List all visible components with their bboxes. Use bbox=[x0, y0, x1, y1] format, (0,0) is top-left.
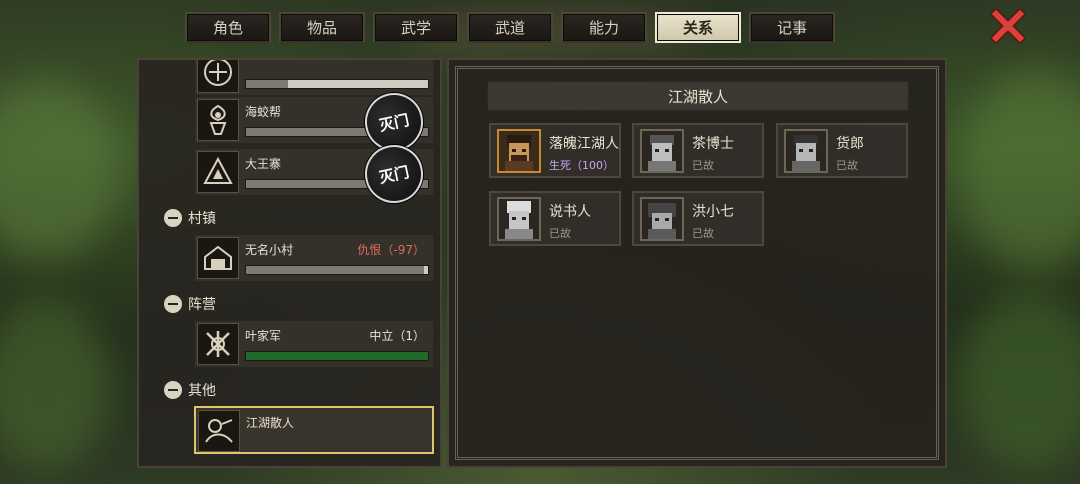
relation-status: 仇恨（-97） bbox=[357, 243, 425, 257]
tab-bar: 角色 物品 武学 武道 能力 关系 记事 bbox=[185, 12, 835, 43]
category-village[interactable]: 村镇 bbox=[164, 208, 216, 228]
destroyed-seal-icon: 灭门 bbox=[359, 139, 429, 209]
category-faction[interactable]: 阵营 bbox=[164, 294, 216, 314]
portrait-avatar bbox=[640, 129, 684, 173]
faction-name: 海蛟帮 bbox=[245, 105, 282, 119]
person-name: 落魄江湖人 bbox=[549, 136, 619, 152]
relation-bar-fill bbox=[246, 80, 288, 88]
category-label: 其他 bbox=[188, 383, 216, 399]
category-other[interactable]: 其他 bbox=[164, 380, 216, 400]
relation-bar bbox=[245, 265, 429, 275]
list-item[interactable]: 叶家军 中立（1） bbox=[194, 320, 434, 368]
tab-abilities[interactable]: 能力 bbox=[561, 12, 647, 43]
person-card[interactable]: 洪小七 已故 bbox=[632, 191, 764, 246]
members-panel: 江湖散人 落魄江湖人 生死（100） 茶博士 已故 货郎 已故 说书人 已故 洪… bbox=[447, 58, 947, 468]
category-label: 村镇 bbox=[188, 211, 216, 227]
relation-bar-fill bbox=[246, 352, 428, 360]
collapse-icon[interactable] bbox=[164, 295, 182, 313]
person-card[interactable]: 茶博士 已故 bbox=[632, 123, 764, 178]
person-status: 已故 bbox=[836, 159, 858, 172]
portrait-avatar bbox=[640, 197, 684, 241]
person-status: 已故 bbox=[549, 227, 571, 240]
person-card[interactable]: 说书人 已故 bbox=[489, 191, 621, 246]
relation-status: 中立（1） bbox=[369, 329, 425, 343]
collapse-icon[interactable] bbox=[164, 381, 182, 399]
close-icon bbox=[991, 9, 1025, 43]
village-emblem-icon bbox=[197, 237, 239, 279]
person-status: 已故 bbox=[692, 159, 714, 172]
sect-emblem-icon bbox=[197, 60, 239, 93]
list-item[interactable] bbox=[194, 60, 434, 96]
list-item[interactable]: 无名小村 仇恨（-97） bbox=[194, 234, 434, 282]
tab-martial-arts[interactable]: 武学 bbox=[373, 12, 459, 43]
tab-items[interactable]: 物品 bbox=[279, 12, 365, 43]
person-name: 洪小七 bbox=[692, 204, 734, 220]
person-status: 生死（100） bbox=[549, 159, 614, 172]
faction-list-panel[interactable]: 海蛟帮 灭门 大王寨 灭门 村镇 无名小村 仇恨（-97） 阵营 叶家军 中立（… bbox=[137, 58, 442, 468]
tab-martial-way[interactable]: 武道 bbox=[467, 12, 553, 43]
relation-bar bbox=[245, 351, 429, 361]
list-item[interactable]: 海蛟帮 灭门 bbox=[194, 87, 434, 157]
faction-name: 江湖散人 bbox=[246, 416, 295, 430]
list-item-selected[interactable]: 江湖散人 bbox=[194, 406, 434, 454]
portrait-avatar bbox=[497, 129, 541, 173]
person-card[interactable]: 货郎 已故 bbox=[776, 123, 908, 178]
faction-name: 叶家军 bbox=[245, 329, 282, 343]
relation-bar bbox=[245, 79, 429, 89]
person-card[interactable]: 落魄江湖人 生死（100） bbox=[489, 123, 621, 178]
collapse-icon[interactable] bbox=[164, 209, 182, 227]
list-item[interactable]: 大王寨 灭门 bbox=[194, 139, 434, 209]
tab-character[interactable]: 角色 bbox=[185, 12, 271, 43]
portrait-avatar bbox=[784, 129, 828, 173]
bandit-camp-emblem-icon bbox=[197, 151, 239, 193]
person-name: 货郎 bbox=[836, 136, 864, 152]
tab-journal[interactable]: 记事 bbox=[749, 12, 835, 43]
tab-relations[interactable]: 关系 bbox=[655, 12, 741, 43]
sea-dragon-emblem-icon bbox=[197, 99, 239, 141]
close-button[interactable] bbox=[990, 8, 1026, 44]
faction-name: 无名小村 bbox=[245, 243, 294, 257]
person-name: 茶博士 bbox=[692, 136, 734, 152]
group-title: 江湖散人 bbox=[487, 81, 909, 111]
portrait-avatar bbox=[497, 197, 541, 241]
faction-name: 大王寨 bbox=[245, 157, 282, 171]
relation-bar-fill bbox=[246, 266, 425, 274]
category-label: 阵营 bbox=[188, 297, 216, 313]
person-name: 说书人 bbox=[549, 204, 591, 220]
person-status: 已故 bbox=[692, 227, 714, 240]
army-emblem-icon bbox=[197, 323, 239, 365]
wanderer-emblem-icon bbox=[198, 410, 240, 452]
